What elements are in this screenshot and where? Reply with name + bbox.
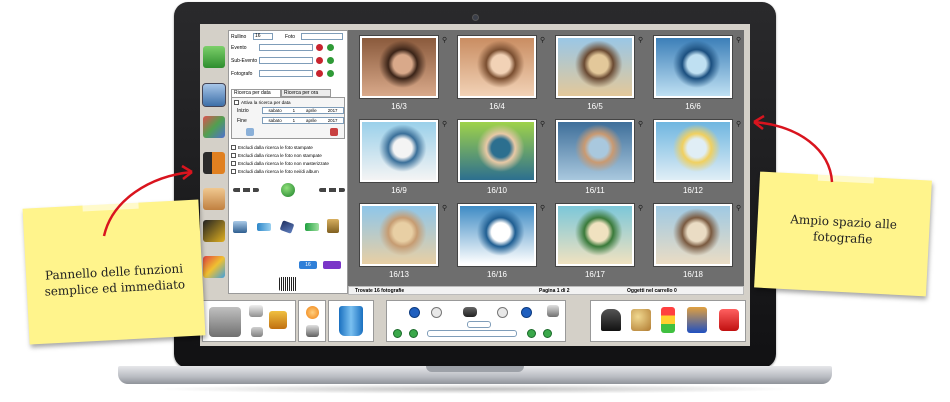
callout-arrows bbox=[102, 114, 834, 237]
arrow-left-line bbox=[102, 170, 193, 237]
arrow-right-line bbox=[753, 120, 834, 183]
stage: Rullino 16 Foto Evento Sub-Evento Fotogr… bbox=[0, 0, 950, 402]
